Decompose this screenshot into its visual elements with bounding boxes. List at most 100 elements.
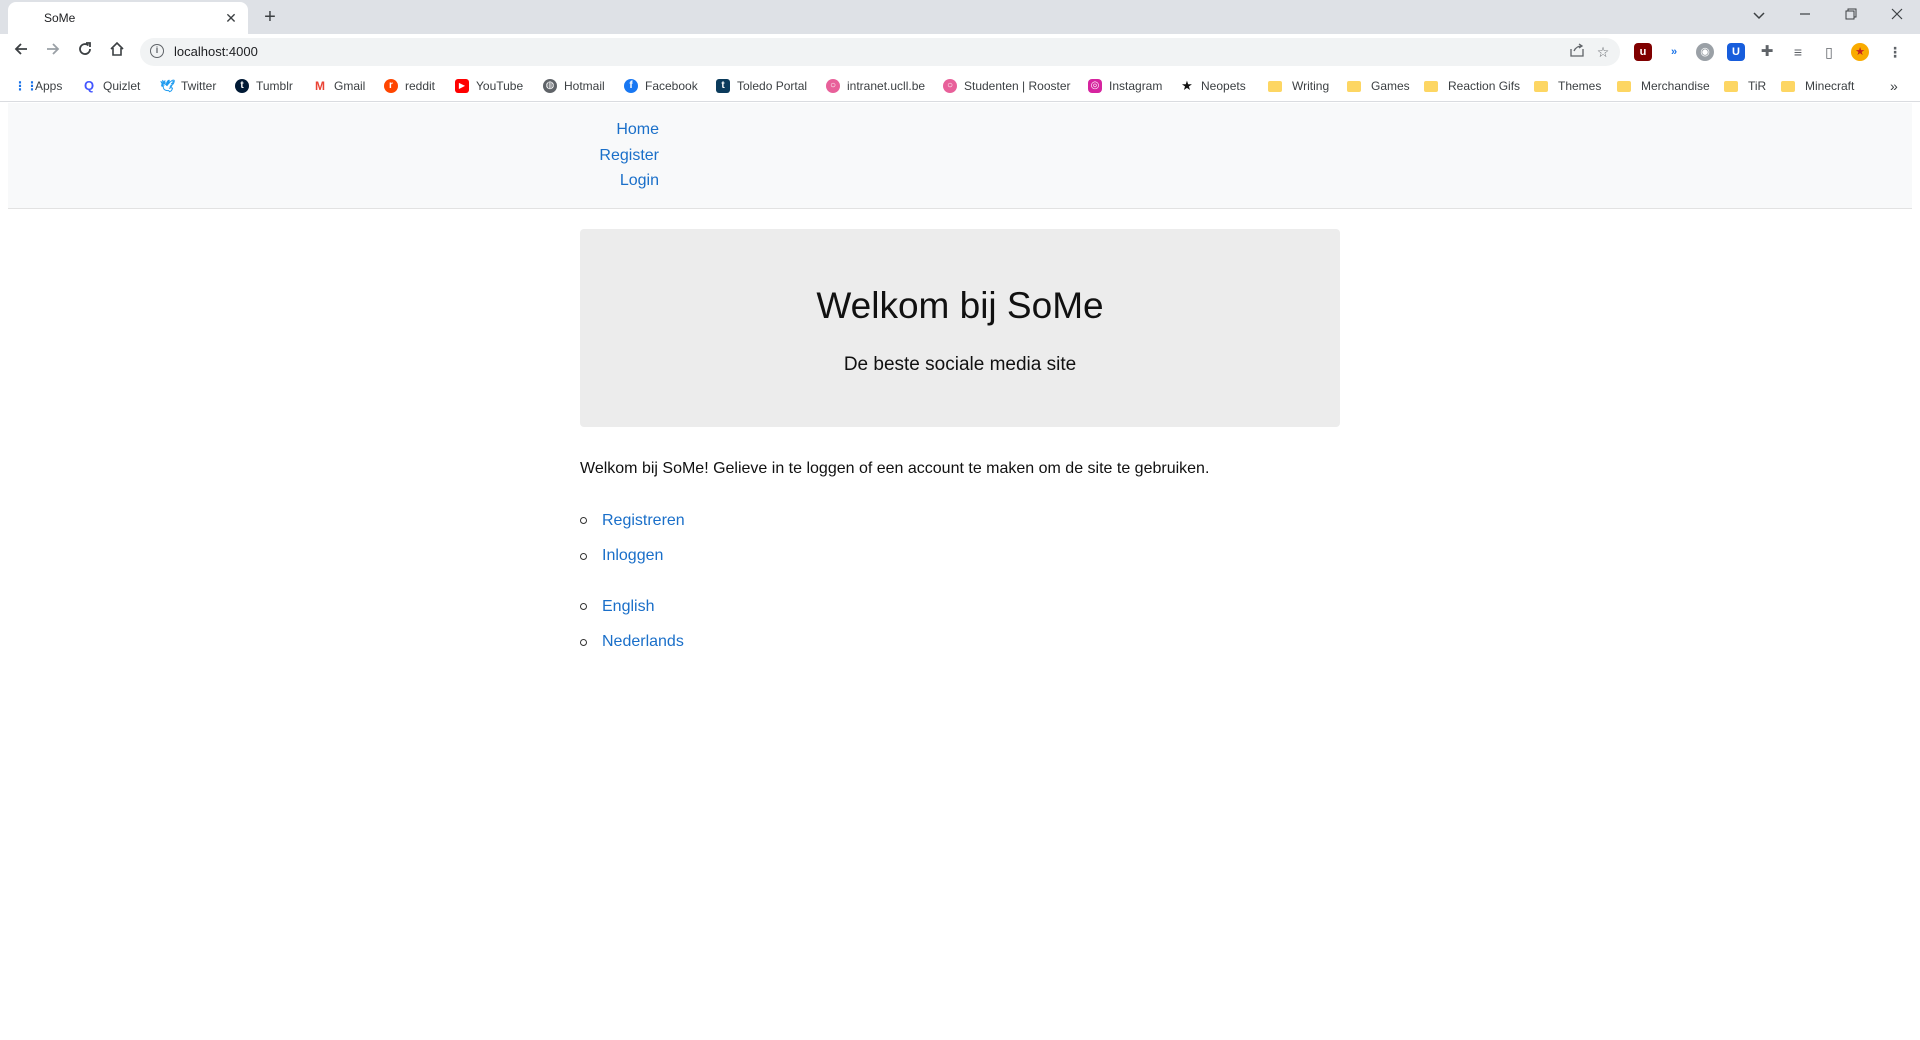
bookmark-hotmail[interactable]: ◍ Hotmail bbox=[543, 76, 605, 96]
gmail-icon: M bbox=[315, 79, 325, 93]
share-icon[interactable] bbox=[1568, 43, 1586, 61]
bookmark-youtube[interactable]: ▶ YouTube bbox=[455, 76, 523, 96]
auth-links: Registreren Inloggen bbox=[580, 503, 685, 574]
bookmark-toledo[interactable]: t Toledo Portal bbox=[716, 76, 807, 96]
browser-tab[interactable]: SoMe ✕ bbox=[8, 2, 248, 34]
bookmark-folder-writing[interactable]: Writing bbox=[1268, 76, 1329, 96]
bookmark-label: Twitter bbox=[181, 79, 217, 93]
bookmark-label: Themes bbox=[1558, 79, 1602, 93]
apps-grid-icon: ⋮⋮ bbox=[14, 79, 38, 93]
bookmark-label: Reaction Gifs bbox=[1448, 79, 1521, 93]
minimize-icon[interactable] bbox=[1792, 3, 1818, 29]
bookmark-label: Apps bbox=[35, 79, 63, 93]
facebook-icon: f bbox=[624, 79, 638, 93]
bookmark-quizlet[interactable]: Q Quizlet bbox=[82, 76, 140, 96]
bookmark-label: YouTube bbox=[476, 79, 524, 93]
bookmark-twitter[interactable]: 🕊 Twitter bbox=[160, 76, 216, 96]
nav-link-login[interactable]: Login bbox=[620, 172, 659, 189]
extension-wave-icon[interactable]: » bbox=[1665, 43, 1683, 61]
bookmark-instagram[interactable]: ◎ Instagram bbox=[1088, 76, 1162, 96]
bullet-icon bbox=[580, 517, 587, 525]
bookmark-label: Merchandise bbox=[1641, 79, 1710, 93]
bookmark-gmail[interactable]: M Gmail bbox=[313, 76, 365, 96]
toledo-icon: t bbox=[716, 79, 730, 93]
bookmark-rooster[interactable]: ○ Studenten | Rooster bbox=[943, 76, 1071, 96]
bookmark-folder-reaction-gifs[interactable]: Reaction Gifs bbox=[1424, 76, 1520, 96]
register-link[interactable]: Registreren bbox=[602, 512, 685, 530]
bookmark-intranet[interactable]: ○ intranet.ucll.be bbox=[826, 76, 925, 96]
bookmark-label: reddit bbox=[405, 79, 436, 93]
ucll-icon: ○ bbox=[826, 79, 840, 93]
new-tab-button[interactable]: + bbox=[258, 5, 282, 29]
instagram-icon: ◎ bbox=[1088, 79, 1102, 93]
bookmark-label: Tumblr bbox=[256, 79, 293, 93]
bookmark-folder-merchandise[interactable]: Merchandise bbox=[1617, 76, 1710, 96]
folder-icon bbox=[1347, 80, 1361, 92]
bitwarden-icon[interactable]: U bbox=[1727, 43, 1745, 61]
nav-list: Home Register Login bbox=[568, 121, 659, 198]
hero-banner: Welkom bij SoMe De beste sociale media s… bbox=[580, 229, 1340, 427]
nav-link-register[interactable]: Register bbox=[599, 147, 659, 164]
star-icon: ★ bbox=[1181, 78, 1193, 93]
nav-link-home[interactable]: Home bbox=[616, 121, 659, 138]
bookmark-facebook[interactable]: f Facebook bbox=[624, 76, 698, 96]
bookmark-star-icon[interactable]: ☆ bbox=[1594, 43, 1612, 61]
list-item: Registreren bbox=[580, 503, 685, 539]
twitter-icon: 🕊 bbox=[160, 79, 176, 93]
bookmark-folder-games[interactable]: Games bbox=[1347, 76, 1410, 96]
home-icon[interactable] bbox=[106, 41, 128, 63]
tab-title: SoMe bbox=[44, 11, 76, 25]
bookmark-label: Games bbox=[1371, 79, 1410, 93]
nav-item-login: Login bbox=[568, 172, 659, 198]
bookmark-label: Toledo Portal bbox=[737, 79, 808, 93]
browser-toolbar: i localhost:4000 ☆ u » ◉ U ✚ ≡ ▯ ★ ⋮ bbox=[0, 34, 1920, 70]
bookmark-folder-minecraft[interactable]: Minecraft bbox=[1781, 76, 1854, 96]
bookmark-label: Minecraft bbox=[1805, 79, 1855, 93]
address-bar[interactable]: i localhost:4000 ☆ bbox=[140, 38, 1620, 66]
bookmark-folder-themes[interactable]: Themes bbox=[1534, 76, 1601, 96]
bookmark-reddit[interactable]: r reddit bbox=[384, 76, 435, 96]
folder-icon bbox=[1617, 80, 1631, 92]
close-window-icon[interactable] bbox=[1884, 3, 1910, 29]
bookmark-apps[interactable]: ⋮⋮ Apps bbox=[14, 76, 62, 96]
tab-search-icon[interactable] bbox=[1746, 3, 1772, 29]
bookmark-label: intranet.ucll.be bbox=[847, 79, 926, 93]
forward-icon[interactable] bbox=[42, 41, 64, 63]
restore-icon[interactable] bbox=[1838, 3, 1864, 29]
ucll-icon: ○ bbox=[943, 79, 957, 93]
hero-title: Welkom bij SoMe bbox=[816, 285, 1104, 326]
extension-globe-icon[interactable]: ◉ bbox=[1696, 43, 1714, 61]
language-english-link[interactable]: English bbox=[602, 598, 654, 616]
close-tab-icon[interactable]: ✕ bbox=[222, 9, 240, 27]
ublock-icon[interactable]: u bbox=[1634, 43, 1652, 61]
bookmark-label: Hotmail bbox=[564, 79, 605, 93]
url-text[interactable]: localhost:4000 bbox=[174, 44, 258, 59]
folder-icon bbox=[1534, 80, 1548, 92]
site-info-icon[interactable]: i bbox=[150, 44, 164, 58]
reload-icon[interactable] bbox=[74, 41, 96, 63]
bookmark-label: Neopets bbox=[1201, 79, 1246, 93]
bookmark-neopets[interactable]: ★ Neopets bbox=[1180, 76, 1246, 96]
extensions-puzzle-icon[interactable]: ✚ bbox=[1758, 43, 1776, 61]
folder-icon bbox=[1268, 80, 1282, 92]
bookmark-tumblr[interactable]: t Tumblr bbox=[235, 76, 293, 96]
browser-tab-bar: SoMe ✕ + bbox=[0, 0, 1920, 34]
youtube-icon: ▶ bbox=[455, 79, 469, 93]
language-dutch-link[interactable]: Nederlands bbox=[602, 633, 684, 651]
nav-item-register: Register bbox=[568, 147, 659, 173]
bookmark-folder-tir[interactable]: TiR bbox=[1724, 76, 1766, 96]
login-link[interactable]: Inloggen bbox=[602, 547, 663, 565]
menu-kebab-icon[interactable]: ⋮ bbox=[1886, 43, 1904, 61]
side-panel-icon[interactable]: ▯ bbox=[1820, 43, 1838, 61]
back-icon[interactable] bbox=[10, 41, 32, 63]
globe-icon: ◍ bbox=[543, 79, 557, 93]
list-item: Nederlands bbox=[580, 625, 684, 661]
bookmark-label: TiR bbox=[1748, 79, 1767, 93]
bookmarks-bar: ⋮⋮ Apps Q Quizlet 🕊 Twitter t Tumblr M G… bbox=[0, 70, 1920, 102]
tumblr-icon: t bbox=[235, 79, 249, 93]
more-bookmarks-button[interactable]: » bbox=[1890, 76, 1898, 96]
reading-list-icon[interactable]: ≡ bbox=[1789, 43, 1807, 61]
intro-text: Welkom bij SoMe! Gelieve in te loggen of… bbox=[580, 460, 1210, 477]
profile-avatar-icon[interactable]: ★ bbox=[1851, 43, 1869, 61]
bullet-icon bbox=[580, 603, 587, 611]
